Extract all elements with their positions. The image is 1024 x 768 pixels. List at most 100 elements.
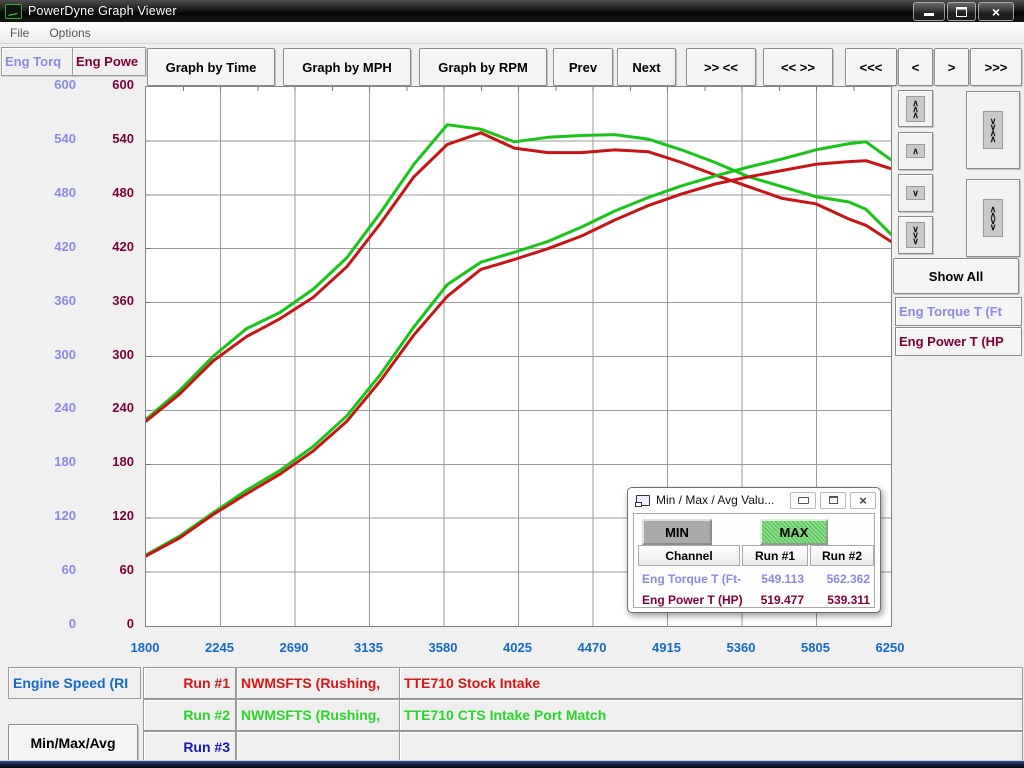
minmax-window-title: Min / Max / Avg Valu... — [656, 493, 790, 507]
minmax-close-button[interactable]: × — [850, 492, 876, 509]
maximize-button[interactable] — [947, 2, 976, 21]
minmax-value-run2-1: 539.311 — [812, 593, 870, 607]
window-title: PowerDyne Graph Viewer — [28, 4, 177, 18]
expand-vertical-button[interactable]: ∧ ∧ ∨ ∨ — [966, 179, 1020, 257]
collapse-vertical-icon: ∨ ∨ ∧ ∧ — [983, 111, 1004, 149]
torque-tick-600: 600 — [6, 77, 76, 93]
power-tick-300: 300 — [74, 347, 134, 363]
rpm-tick-4470: 4470 — [560, 640, 624, 655]
scroll-up-fast-icon: ∧ ∧ ∧ — [906, 96, 925, 122]
torque-tick-180: 180 — [6, 454, 76, 470]
show-all-button[interactable]: Show All — [893, 258, 1019, 294]
minmax-value-run1-1: 519.477 — [744, 593, 804, 607]
scroll-down-fast-button[interactable]: ∨ ∨ ∨ — [898, 216, 933, 254]
minmax-minimize-icon — [798, 497, 809, 504]
run-label-1[interactable]: Run #1 — [143, 667, 236, 699]
min-toggle-button[interactable]: MIN — [642, 519, 712, 545]
minmax-close-icon: × — [859, 494, 867, 507]
zoom-out-horizontal-button[interactable]: << >> — [763, 48, 833, 86]
graph-by-time-button[interactable]: Graph by Time — [147, 48, 275, 86]
torque-tick-60: 60 — [6, 562, 76, 578]
minmax-window: Min / Max / Avg Valu... × MIN MAX Channe… — [627, 487, 881, 613]
rpm-tick-2690: 2690 — [262, 640, 326, 655]
rpm-tick-2245: 2245 — [188, 640, 252, 655]
power-tick-180: 180 — [74, 454, 134, 470]
minimize-icon — [924, 13, 934, 16]
torque-tick-120: 120 — [6, 508, 76, 524]
maximize-icon — [956, 7, 967, 17]
scroll-right-fast-button[interactable]: >>> — [970, 48, 1022, 86]
torque-channel-box[interactable]: Eng Torque T (Ft — [895, 297, 1022, 326]
minmax-value-run2-0: 562.362 — [812, 572, 870, 586]
title-bar[interactable]: PowerDyne Graph Viewer × — [0, 0, 1024, 22]
scroll-up-button[interactable]: ∧ — [898, 132, 933, 170]
power-tick-120: 120 — [74, 508, 134, 524]
run-desc-3[interactable] — [399, 731, 1023, 763]
collapse-vertical-button[interactable]: ∨ ∨ ∧ ∧ — [966, 91, 1020, 169]
power-axis-header[interactable]: Eng Powe — [72, 47, 146, 76]
next-button[interactable]: Next — [617, 48, 676, 86]
rpm-tick-6250: 6250 — [858, 640, 922, 655]
engine-speed-channel-box[interactable]: Engine Speed (RI — [8, 667, 141, 699]
expand-vertical-icon: ∧ ∧ ∨ ∨ — [983, 199, 1004, 237]
scroll-down-button[interactable]: ∨ — [898, 174, 933, 212]
run-label-3[interactable]: Run #3 — [143, 731, 236, 763]
minmax-restore-button[interactable] — [820, 492, 846, 509]
minmax-header-run2[interactable]: Run #2 — [810, 545, 874, 566]
graph-by-mph-button[interactable]: Graph by MPH — [283, 48, 411, 86]
power-tick-480: 480 — [74, 185, 134, 201]
scroll-right-button[interactable]: > — [934, 48, 969, 86]
torque-axis-header[interactable]: Eng Torq — [1, 47, 75, 76]
rpm-tick-5805: 5805 — [784, 640, 848, 655]
minmax-value-run1-0: 549.113 — [744, 572, 804, 586]
minmax-window-icon — [636, 495, 650, 506]
run-desc-2[interactable]: TTE710 CTS Intake Port Match — [399, 699, 1023, 731]
torque-tick-300: 300 — [6, 347, 76, 363]
power-tick-60: 60 — [74, 562, 134, 578]
max-toggle-button[interactable]: MAX — [760, 519, 828, 545]
rpm-tick-3580: 3580 — [411, 640, 475, 655]
taskbar-strip — [0, 760, 1024, 768]
scroll-down-icon: ∨ — [906, 186, 925, 200]
power-channel-box[interactable]: Eng Power T (HP — [895, 327, 1022, 356]
rpm-tick-4025: 4025 — [486, 640, 550, 655]
minmax-header-channel[interactable]: Channel — [638, 545, 740, 566]
minmax-restore-icon — [829, 496, 838, 504]
minimize-button[interactable] — [913, 2, 945, 21]
power-tick-600: 600 — [74, 77, 134, 93]
power-tick-240: 240 — [74, 400, 134, 416]
scroll-up-fast-button[interactable]: ∧ ∧ ∧ — [898, 90, 933, 127]
torque-tick-360: 360 — [6, 293, 76, 309]
torque-tick-540: 540 — [6, 131, 76, 147]
min-max-avg-button[interactable]: Min/Max/Avg — [8, 724, 138, 762]
rpm-tick-5360: 5360 — [709, 640, 773, 655]
menu-bar: FileOptions — [0, 22, 1024, 44]
run-file-1[interactable]: NWMSFTS (Rushing, — [236, 667, 402, 699]
power-tick-360: 360 — [74, 293, 134, 309]
app-icon — [5, 4, 22, 19]
power-tick-540: 540 — [74, 131, 134, 147]
close-button[interactable]: × — [978, 2, 1014, 21]
torque-tick-0: 0 — [6, 616, 76, 632]
graph-by-rpm-button[interactable]: Graph by RPM — [419, 48, 547, 86]
menu-options[interactable]: Options — [39, 22, 100, 43]
torque-tick-240: 240 — [6, 400, 76, 416]
run-desc-1[interactable]: TTE710 Stock Intake — [399, 667, 1023, 699]
scroll-left-button[interactable]: < — [898, 48, 933, 86]
minmax-title-bar[interactable]: Min / Max / Avg Valu... × — [628, 488, 880, 512]
power-tick-420: 420 — [74, 239, 134, 255]
torque-tick-480: 480 — [6, 185, 76, 201]
minmax-body: MIN MAX Channel Run #1 Run #2 Eng Torque… — [633, 513, 875, 608]
run-file-3[interactable] — [236, 731, 402, 763]
minmax-minimize-button[interactable] — [790, 492, 816, 509]
torque-tick-420: 420 — [6, 239, 76, 255]
menu-file[interactable]: File — [0, 22, 39, 43]
run-label-2[interactable]: Run #2 — [143, 699, 236, 731]
prev-button[interactable]: Prev — [553, 48, 613, 86]
zoom-in-horizontal-button[interactable]: >> << — [686, 48, 756, 86]
run-file-2[interactable]: NWMSFTS (Rushing, — [236, 699, 402, 731]
minmax-channel-1: Eng Power T (HP) — [642, 593, 752, 607]
scroll-left-fast-button[interactable]: <<< — [845, 48, 897, 86]
minmax-header-run1[interactable]: Run #1 — [742, 545, 808, 566]
close-icon: × — [992, 5, 1000, 19]
